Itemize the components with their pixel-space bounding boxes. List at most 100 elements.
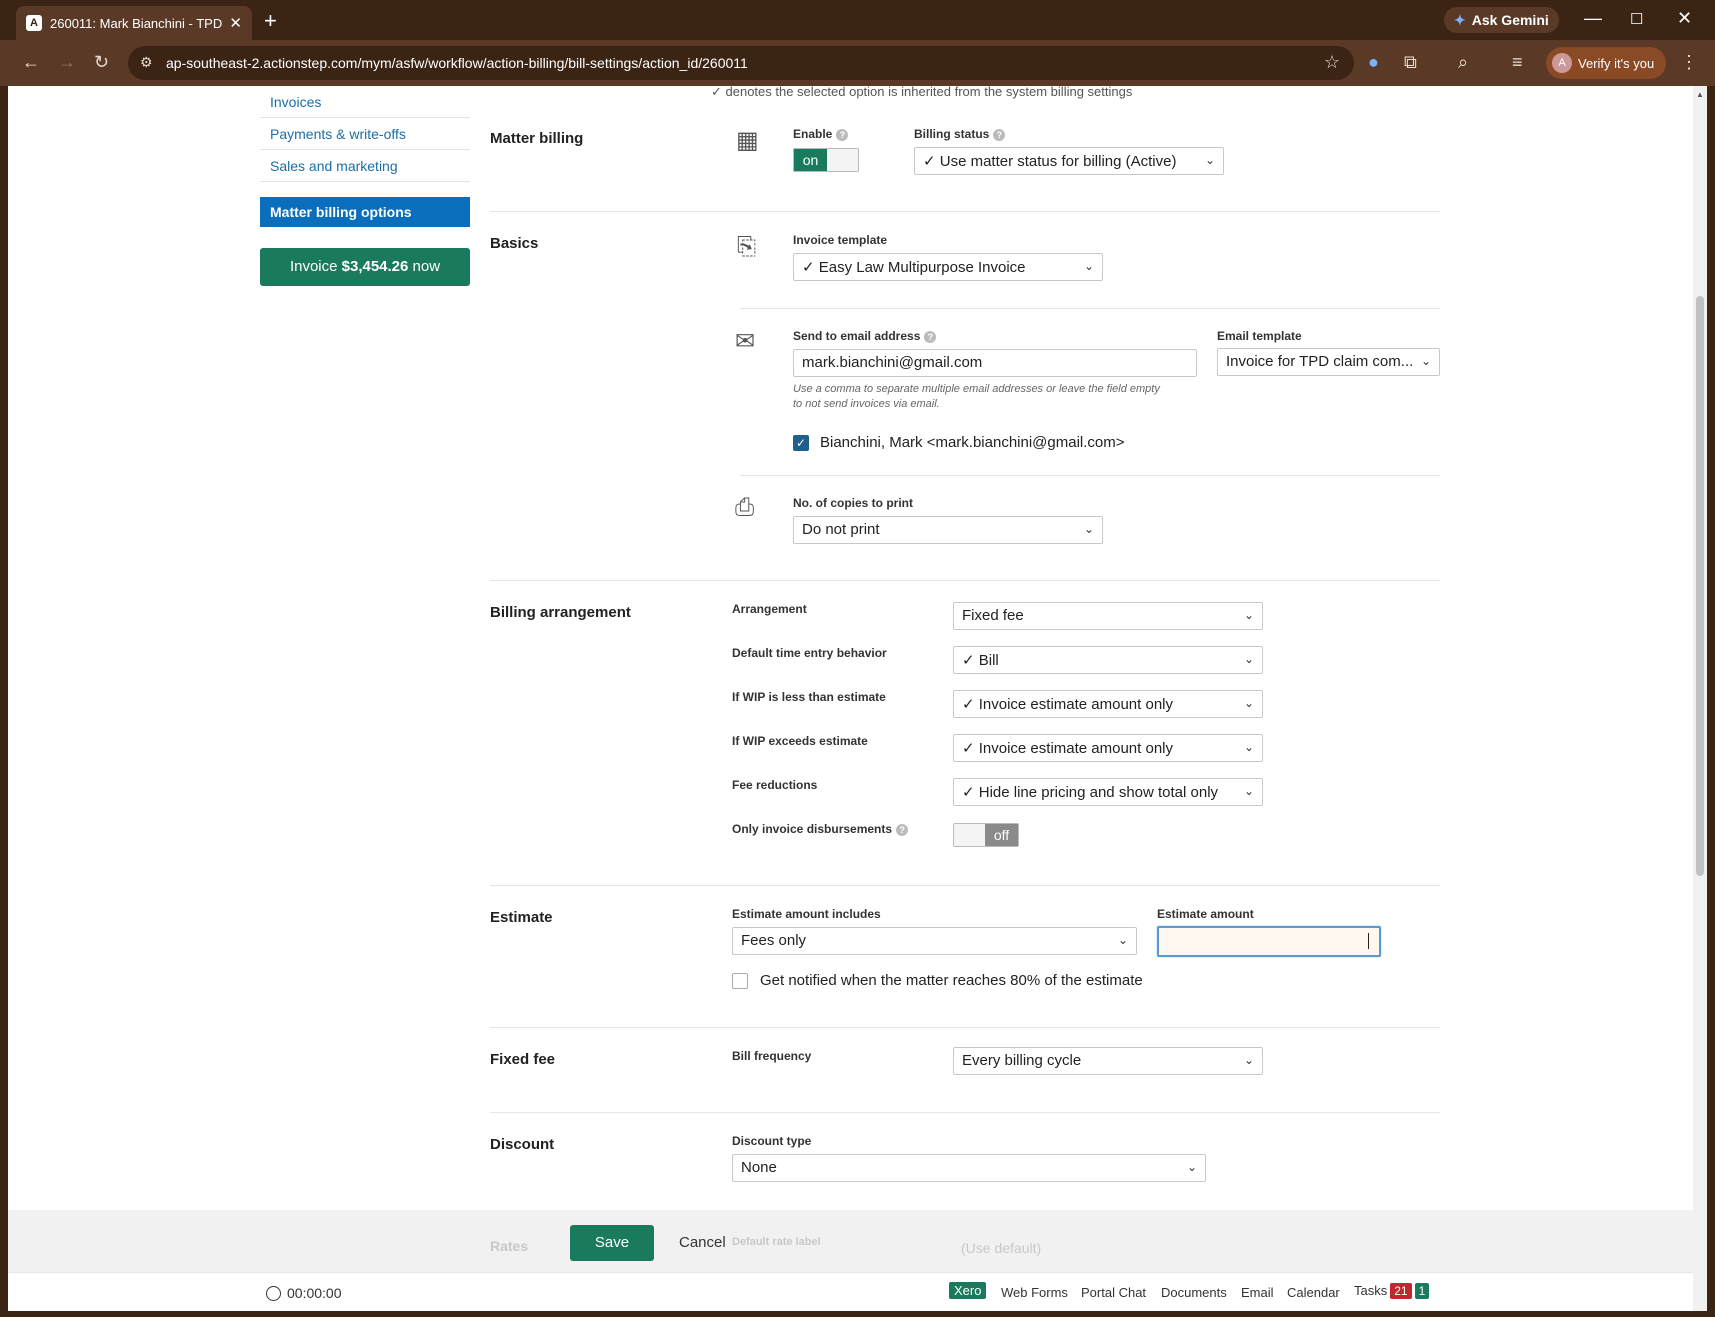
time-entry-value: ✓ Bill xyxy=(962,652,999,669)
fee-reductions-select[interactable]: ✓ Hide line pricing and show total only ⌄ xyxy=(953,778,1263,806)
help-icon[interactable]: ? xyxy=(993,128,1006,141)
clock-icon xyxy=(266,1286,281,1301)
forward-icon[interactable]: → xyxy=(58,52,76,73)
billing-status-label: Billing status? xyxy=(914,127,1006,141)
menu-kebab-icon[interactable]: ⋮ xyxy=(1680,52,1698,73)
chevron-down-icon: ⌄ xyxy=(1204,153,1215,167)
maximize-icon[interactable]: ☐ xyxy=(1630,10,1643,28)
text-caret xyxy=(1368,933,1369,949)
email-template-value: Invoice for TPD claim com... xyxy=(1226,353,1414,370)
xero-link[interactable]: Xero xyxy=(949,1282,987,1299)
bill-frequency-select[interactable]: Every billing cycle ⌄ xyxy=(953,1047,1263,1075)
invoice-prefix: Invoice xyxy=(289,258,342,275)
cancel-button[interactable]: Cancel xyxy=(679,1234,726,1251)
email-help-text-2: to not send invoices via email. xyxy=(793,398,940,410)
divider xyxy=(490,1112,1440,1113)
tasks-link[interactable]: Tasks 21 1 xyxy=(1354,1283,1430,1299)
search-tabs-icon[interactable]: ⌕ xyxy=(1458,52,1468,73)
fee-reductions-value: ✓ Hide line pricing and show total only xyxy=(962,784,1219,801)
save-bar: Rates Default rate label (Use default) S… xyxy=(8,1210,1693,1272)
chevron-down-icon: ⌄ xyxy=(1083,259,1094,273)
calculator-icon: ▦ xyxy=(736,127,759,154)
help-icon[interactable]: ? xyxy=(924,330,937,343)
new-tab-icon[interactable]: + xyxy=(264,8,277,34)
sidebar-item-matter-billing-options[interactable]: Matter billing options xyxy=(260,197,470,227)
scroll-up-icon[interactable]: ▲ xyxy=(1696,90,1704,99)
timer[interactable]: 00:00:00 xyxy=(266,1285,342,1301)
wip-less-label: If WIP is less than estimate xyxy=(732,690,886,704)
notify-checkbox[interactable] xyxy=(732,973,748,989)
documents-link[interactable]: Documents xyxy=(1161,1285,1227,1300)
bookmark-star-icon[interactable]: ☆ xyxy=(1324,52,1340,73)
email-address-label-text: Send to email address xyxy=(793,329,921,343)
arrangement-select[interactable]: Fixed fee ⌄ xyxy=(953,602,1263,630)
contact-checkbox[interactable]: ✓ xyxy=(793,435,809,451)
gemini-label: Ask Gemini xyxy=(1471,12,1549,28)
portal-chat-link[interactable]: Portal Chat xyxy=(1081,1285,1146,1300)
rate-label-faded: Default rate label xyxy=(732,1236,821,1248)
avatar: A xyxy=(1552,53,1572,73)
invoice-template-value: ✓ Easy Law Multipurpose Invoice xyxy=(802,259,1026,276)
wip-less-value: ✓ Invoice estimate amount only xyxy=(962,696,1174,713)
estimate-includes-select[interactable]: Fees only ⌄ xyxy=(732,927,1137,955)
verify-profile-button[interactable]: A Verify it's you xyxy=(1546,47,1667,79)
wip-exceeds-label: If WIP exceeds estimate xyxy=(732,734,868,748)
site-info-icon[interactable]: ⚙ xyxy=(140,54,153,71)
reload-icon[interactable]: ↻ xyxy=(94,52,109,73)
tab-bar: A 260011: Mark Bianchini - TPD ( ✕ + ✦ A… xyxy=(0,0,1715,40)
tasks-overdue-badge: 21 xyxy=(1390,1283,1412,1299)
sidebar-item-invoices[interactable]: Invoices xyxy=(260,86,470,118)
url-text[interactable]: ap-southeast-2.actionstep.com/mym/asfw/w… xyxy=(166,55,748,71)
save-button[interactable]: Save xyxy=(570,1225,654,1261)
close-window-icon[interactable]: ✕ xyxy=(1677,8,1692,29)
email-link[interactable]: Email xyxy=(1241,1285,1274,1300)
invoice-template-select[interactable]: ✓ Easy Law Multipurpose Invoice ⌄ xyxy=(793,253,1103,281)
back-icon[interactable]: ← xyxy=(22,52,40,73)
help-icon[interactable]: ? xyxy=(836,128,849,141)
calendar-link[interactable]: Calendar xyxy=(1287,1285,1340,1300)
time-entry-select[interactable]: ✓ Bill ⌄ xyxy=(953,646,1263,674)
scrollbar-thumb[interactable] xyxy=(1696,296,1704,876)
estimate-includes-label: Estimate amount includes xyxy=(732,907,881,921)
close-tab-icon[interactable]: ✕ xyxy=(229,14,242,32)
email-template-select[interactable]: Invoice for TPD claim com... ⌄ xyxy=(1217,348,1440,376)
help-icon[interactable]: ? xyxy=(896,823,909,836)
fee-reductions-label: Fee reductions xyxy=(732,778,818,792)
only-disbursements-label-text: Only invoice disbursements xyxy=(732,822,893,836)
billing-status-select[interactable]: ✓ Use matter status for billing (Active)… xyxy=(914,147,1224,175)
page-scrollbar[interactable]: ▲ xyxy=(1693,86,1707,1311)
invoice-now-button[interactable]: Invoice $3,454.26 now xyxy=(260,248,470,286)
wip-exceeds-select[interactable]: ✓ Invoice estimate amount only ⌄ xyxy=(953,734,1263,762)
chevron-down-icon: ⌄ xyxy=(1243,784,1254,798)
enable-label: Enable? xyxy=(793,127,849,141)
timer-value: 00:00:00 xyxy=(287,1285,342,1301)
copies-value: Do not print xyxy=(802,521,880,538)
chevron-down-icon: ⌄ xyxy=(1117,933,1128,947)
only-disbursements-toggle-off: off xyxy=(985,824,1018,846)
estimate-includes-value: Fees only xyxy=(741,932,807,949)
wip-less-select[interactable]: ✓ Invoice estimate amount only ⌄ xyxy=(953,690,1263,718)
browser-window: A 260011: Mark Bianchini - TPD ( ✕ + ✦ A… xyxy=(0,0,1715,1317)
copies-select[interactable]: Do not print ⌄ xyxy=(793,516,1103,544)
only-disbursements-toggle[interactable]: off xyxy=(953,823,1019,847)
chevron-down-icon: ⌄ xyxy=(1243,608,1254,622)
extensions-icon[interactable]: ⧉ xyxy=(1404,52,1417,73)
tab-title: 260011: Mark Bianchini - TPD ( xyxy=(50,15,224,31)
basics-heading: Basics xyxy=(490,235,539,252)
password-manager-icon[interactable]: ● xyxy=(1368,52,1379,73)
browser-tab[interactable]: A 260011: Mark Bianchini - TPD ( ✕ xyxy=(16,6,252,40)
sidebar-item-payments[interactable]: Payments & write-offs xyxy=(260,118,470,150)
discount-type-select[interactable]: None ⌄ xyxy=(732,1154,1206,1182)
matter-billing-heading: Matter billing xyxy=(490,130,584,147)
estimate-heading: Estimate xyxy=(490,909,553,926)
email-address-field[interactable]: mark.bianchini@gmail.com xyxy=(793,349,1197,377)
ask-gemini-button[interactable]: ✦ Ask Gemini xyxy=(1444,7,1559,33)
enable-toggle[interactable]: on xyxy=(793,148,859,172)
estimate-amount-field[interactable] xyxy=(1157,926,1381,957)
address-bar[interactable]: ⚙ ap-southeast-2.actionstep.com/mym/asfw… xyxy=(128,46,1354,80)
discount-type-label: Discount type xyxy=(732,1134,812,1148)
reading-list-icon[interactable]: ≡ xyxy=(1512,52,1523,73)
web-forms-link[interactable]: Web Forms xyxy=(1001,1285,1068,1300)
sidebar-item-sales[interactable]: Sales and marketing xyxy=(260,150,470,182)
minimize-icon[interactable]: — xyxy=(1584,8,1602,29)
